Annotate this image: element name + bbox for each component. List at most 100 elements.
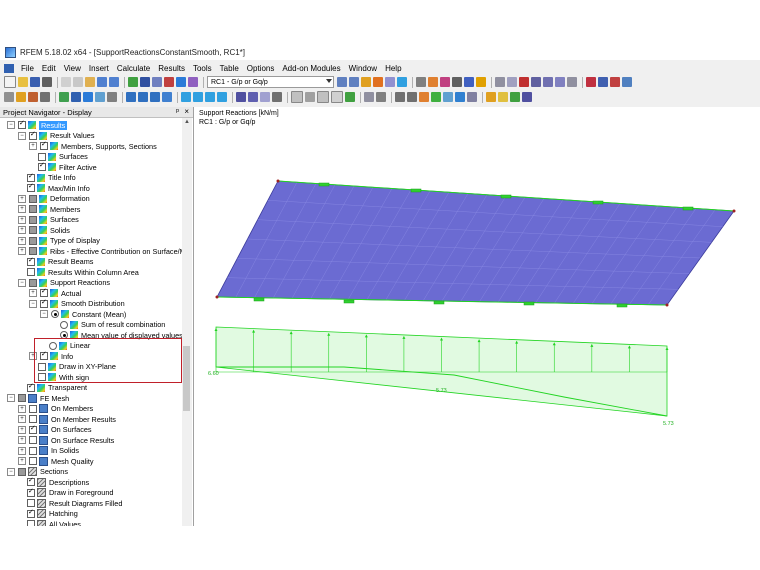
grid-icon[interactable] — [71, 92, 81, 102]
collapse-icon[interactable]: − — [29, 299, 37, 308]
section-icon[interactable] — [452, 77, 462, 87]
collapse-icon[interactable]: − — [7, 121, 15, 130]
table-icon[interactable] — [317, 91, 329, 103]
tree-item[interactable]: + On Members — [18, 404, 93, 415]
checkbox[interactable] — [27, 257, 35, 266]
expand-icon[interactable]: + — [18, 226, 26, 235]
tree-item[interactable]: Result Beams — [18, 257, 93, 268]
display-icon[interactable] — [176, 77, 186, 87]
graphics-viewport[interactable]: Support Reactions [kN/m] RC1 : G/p or Gq… — [194, 107, 760, 526]
checkbox[interactable] — [29, 131, 37, 140]
checkbox[interactable] — [29, 205, 37, 214]
view-y-icon[interactable] — [205, 92, 215, 102]
menu-edit[interactable]: Edit — [38, 64, 60, 73]
tree-item[interactable]: + Members, Supports, Sections — [29, 141, 157, 152]
previous-case-icon[interactable] — [337, 77, 347, 87]
load-case-combo[interactable]: RC1 - G/p or Gq/p — [207, 76, 334, 88]
tree-item[interactable]: Sum of result combination — [51, 320, 165, 331]
tree-item[interactable]: Hatching — [18, 509, 78, 520]
rotate-icon[interactable] — [162, 92, 172, 102]
dimension-icon[interactable] — [107, 92, 117, 102]
copy-icon[interactable] — [73, 77, 83, 87]
support-symbol[interactable] — [410, 188, 422, 193]
solid-model-icon[interactable] — [248, 92, 258, 102]
menu-view[interactable]: View — [60, 64, 85, 73]
plate-surface[interactable] — [216, 180, 735, 306]
menu-window[interactable]: Window — [345, 64, 381, 73]
tree-item[interactable]: − Sections — [7, 467, 68, 478]
checkbox[interactable] — [29, 194, 37, 203]
radio-button[interactable] — [60, 320, 68, 329]
collapse-icon[interactable]: − — [18, 131, 26, 140]
colored-results-icon[interactable] — [397, 77, 407, 87]
checkbox[interactable] — [18, 121, 26, 130]
collapse-icon[interactable]: − — [40, 310, 48, 319]
collapse-icon[interactable]: − — [18, 278, 26, 287]
animation-icon[interactable] — [464, 77, 474, 87]
checkbox[interactable] — [40, 142, 48, 151]
expand-icon[interactable]: + — [18, 457, 26, 466]
scrollbar-thumb[interactable] — [183, 346, 190, 411]
node-marker[interactable] — [276, 179, 280, 183]
expand-icon[interactable]: + — [18, 247, 26, 256]
tree-item[interactable]: Draw in Foreground — [18, 488, 114, 499]
expand-icon[interactable]: + — [29, 142, 37, 151]
checkbox[interactable] — [27, 520, 35, 526]
checkbox[interactable] — [29, 404, 37, 413]
checkbox[interactable] — [27, 509, 35, 518]
tree-item[interactable]: − FE Mesh — [7, 393, 69, 404]
checkbox[interactable] — [18, 467, 26, 476]
checkbox[interactable] — [29, 236, 37, 245]
support-symbol[interactable] — [343, 299, 355, 304]
menu-file[interactable]: File — [17, 64, 38, 73]
checkbox[interactable] — [38, 152, 46, 161]
save-icon[interactable] — [30, 77, 40, 87]
pen-icon[interactable] — [16, 92, 26, 102]
zoom-all-icon[interactable] — [138, 92, 148, 102]
expand-icon[interactable]: + — [18, 425, 26, 434]
panel-icon[interactable] — [331, 91, 343, 103]
visibility-icon[interactable] — [305, 92, 315, 102]
printout-icon[interactable] — [498, 92, 508, 102]
model-canvas[interactable]: 6.60 5.73 5.73 — [194, 107, 760, 526]
chevron-down-icon[interactable] — [326, 79, 332, 83]
tree-item[interactable]: + On Member Results — [18, 414, 116, 425]
section-cut-icon[interactable] — [376, 92, 386, 102]
axis-icon[interactable] — [455, 92, 465, 102]
tree-item[interactable]: + Type of Display — [18, 236, 100, 247]
deformation-icon[interactable] — [385, 77, 395, 87]
checkbox[interactable] — [29, 226, 37, 235]
expand-icon[interactable]: + — [18, 236, 26, 245]
expand-icon[interactable]: + — [29, 289, 37, 298]
delete-icon[interactable] — [519, 77, 529, 87]
checkbox[interactable] — [29, 425, 37, 434]
cloud-icon[interactable] — [443, 92, 453, 102]
tree-item[interactable]: − Support Reactions — [18, 278, 110, 289]
menu-insert[interactable]: Insert — [85, 64, 113, 73]
expand-icon[interactable]: + — [18, 446, 26, 455]
checkbox[interactable] — [27, 173, 35, 182]
support-symbol[interactable] — [523, 301, 535, 306]
iso-view-icon[interactable] — [181, 92, 191, 102]
checkbox[interactable] — [27, 488, 35, 497]
navigator-scrollbar[interactable]: ▲ — [182, 118, 192, 526]
workplane-icon[interactable] — [83, 92, 93, 102]
tree-item[interactable]: + Surfaces — [18, 215, 79, 226]
pin-icon[interactable]: ᵖ — [176, 107, 179, 116]
coordinate-icon[interactable] — [95, 92, 105, 102]
view-x-icon[interactable] — [193, 92, 203, 102]
support-symbol[interactable] — [616, 303, 628, 308]
select-icon[interactable] — [495, 77, 505, 87]
close-icon[interactable] — [610, 77, 620, 87]
checkbox[interactable] — [29, 446, 37, 455]
values-icon[interactable] — [476, 77, 486, 87]
checkbox[interactable] — [27, 499, 35, 508]
tools-icon[interactable] — [364, 92, 374, 102]
menu-options[interactable]: Options — [243, 64, 279, 73]
tree-item[interactable]: Filter Active — [29, 162, 97, 173]
node-icon[interactable] — [507, 77, 517, 87]
results-on-off-icon[interactable] — [361, 77, 371, 87]
transparent-icon[interactable] — [260, 92, 270, 102]
tree-item[interactable]: + Ribs - Effective Contribution on Surfac… — [18, 246, 190, 257]
redo-icon[interactable] — [109, 77, 119, 87]
